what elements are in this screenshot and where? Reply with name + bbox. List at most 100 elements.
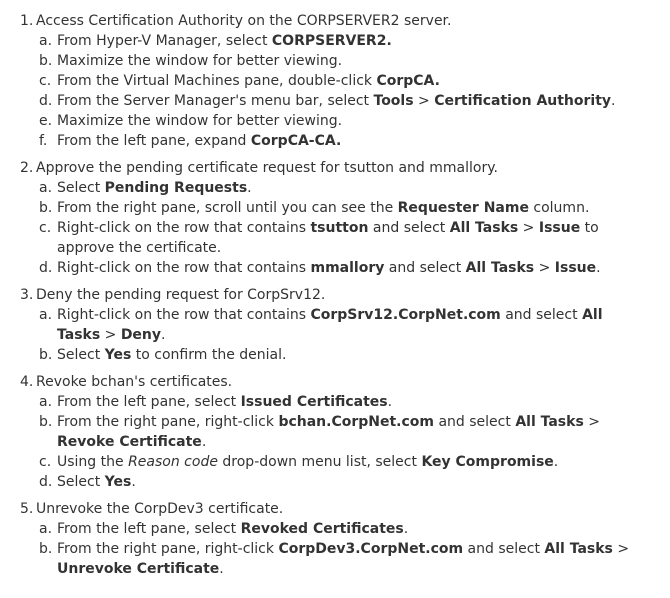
substep: a. From the left pane, select Revoked Cer… bbox=[20, 519, 670, 539]
emphasis-term: Tools bbox=[373, 93, 414, 109]
text-run: > bbox=[413, 93, 435, 109]
substep-list: a. From Hyper-V Manager, select CORPSERVE… bbox=[20, 31, 670, 151]
text-run: Select bbox=[57, 474, 105, 490]
substep: d. Select Yes. bbox=[20, 472, 670, 492]
emphasis-term: CorpCA. bbox=[376, 73, 440, 89]
substep: c. Using the Reason code drop-down menu l… bbox=[20, 452, 670, 472]
step-title: Revoke bchan's certificates. bbox=[36, 374, 233, 390]
substep: a. Right-click on the row that contains C… bbox=[20, 305, 670, 345]
text-run: From the left pane, select bbox=[57, 521, 241, 537]
text-run: . bbox=[219, 561, 224, 577]
substep-letter: d. bbox=[39, 260, 53, 276]
substep-letter: e. bbox=[39, 113, 53, 129]
emphasis-term: Yes bbox=[104, 347, 132, 363]
substep-letter: c. bbox=[39, 73, 52, 89]
substep-letter: a. bbox=[39, 307, 53, 323]
text-run: . bbox=[247, 180, 252, 196]
substep-text: Select Yes to confirm the denial. bbox=[57, 345, 636, 365]
emphasis-term: All Tasks bbox=[465, 260, 535, 276]
text-run: . bbox=[596, 260, 601, 276]
substep-list: a. Right-click on the row that contains C… bbox=[20, 305, 670, 365]
text-run: > bbox=[583, 414, 600, 430]
substep: d. From the Server Manager's menu bar, se… bbox=[20, 91, 670, 111]
text-run: and select bbox=[463, 541, 545, 557]
step-title: Unrevoke the CorpDev3 certificate. bbox=[36, 501, 284, 517]
text-run: and select bbox=[434, 414, 516, 430]
emphasis-term: All Tasks bbox=[449, 220, 519, 236]
text-run: > bbox=[612, 541, 630, 557]
emphasis-term: Requester Name bbox=[397, 200, 529, 216]
text-run: to confirm the denial. bbox=[131, 347, 287, 363]
substep: b. Select Yes to confirm the denial. bbox=[20, 345, 670, 365]
emphasis-term: Issue bbox=[554, 260, 597, 276]
text-run: . bbox=[403, 521, 409, 537]
emphasis-term: CorpCA-CA. bbox=[250, 133, 342, 149]
substep-letter: b. bbox=[39, 200, 53, 216]
substep-text: Right-click on the row that contains mma… bbox=[57, 258, 636, 278]
step-number: 3. bbox=[20, 287, 34, 303]
substep: c. Right-click on the row that contains t… bbox=[20, 218, 670, 258]
substep-letter: b. bbox=[39, 541, 53, 557]
substep-text: From the left pane, select Issued Certif… bbox=[57, 392, 636, 412]
substep: f. From the left pane, expand CorpCA-CA. bbox=[20, 131, 670, 151]
substep-text: Maximize the window for better viewing. bbox=[57, 111, 636, 131]
substep-letter: a. bbox=[39, 394, 53, 410]
substep-letter: f. bbox=[39, 133, 48, 149]
step: 2. Approve the pending certificate reque… bbox=[20, 158, 670, 278]
substep-list: a. Select Pending Requests. b. From the rig… bbox=[20, 178, 670, 278]
italic-term: Reason code bbox=[128, 454, 218, 470]
substep: a. From Hyper-V Manager, select CORPSERVE… bbox=[20, 31, 670, 51]
substep: a. From the left pane, select Issued Cert… bbox=[20, 392, 670, 412]
step-title: Approve the pending certificate request … bbox=[36, 160, 498, 176]
substep-letter: a. bbox=[39, 180, 53, 196]
substep: b. From the right pane, scroll until you … bbox=[20, 198, 670, 218]
step-heading: 3. Deny the pending request for CorpSrv1… bbox=[20, 285, 670, 305]
substep-letter: c. bbox=[39, 220, 52, 236]
emphasis-term: bchan.CorpNet.com bbox=[278, 414, 435, 430]
emphasis-term: All Tasks bbox=[544, 541, 613, 557]
substep-text: From the right pane, scroll until you ca… bbox=[57, 198, 636, 218]
substep-letter: b. bbox=[39, 347, 53, 363]
substep-text: Right-click on the row that contains tsu… bbox=[57, 218, 636, 258]
text-run: From the left pane, expand bbox=[57, 133, 251, 149]
text-run: and select bbox=[500, 307, 583, 323]
substep-text: From the right pane, right-click bchan.C… bbox=[57, 412, 636, 452]
substep-text: Using the Reason code drop-down menu lis… bbox=[57, 452, 636, 472]
emphasis-term: All Tasks bbox=[515, 414, 584, 430]
text-run: . bbox=[131, 474, 136, 490]
text-run: . bbox=[611, 93, 616, 109]
emphasis-term: tsutton bbox=[310, 220, 369, 236]
text-run: . bbox=[553, 454, 559, 470]
substep-letter: d. bbox=[39, 93, 53, 109]
text-run: From the right pane, scroll until you ca… bbox=[57, 200, 398, 216]
text-run: From the left pane, select bbox=[57, 394, 241, 410]
text-run: Maximize the window for better viewing. bbox=[57, 113, 343, 129]
substep-text: Select Pending Requests. bbox=[57, 178, 636, 198]
text-run: From the Virtual Machines pane, double-c… bbox=[57, 73, 377, 89]
substep: a. Select Pending Requests. bbox=[20, 178, 670, 198]
emphasis-term: Revoke Certificate bbox=[57, 434, 202, 450]
emphasis-term: Yes bbox=[104, 474, 132, 490]
step-title: Access Certification Authority on the CO… bbox=[36, 13, 452, 29]
step: 4. Revoke bchan's certificates. a. From t… bbox=[20, 372, 670, 492]
text-run: From the right pane, right-click bbox=[57, 541, 279, 557]
step-number: 2. bbox=[20, 160, 34, 176]
emphasis-term: Deny bbox=[120, 327, 162, 343]
substep: d. Right-click on the row that contains m… bbox=[20, 258, 670, 278]
substep-text: From the Virtual Machines pane, double-c… bbox=[57, 71, 636, 91]
substep: b. Maximize the window for better viewing… bbox=[20, 51, 670, 71]
text-run: . bbox=[161, 327, 166, 343]
text-run: and select bbox=[384, 260, 466, 276]
substep-letter: b. bbox=[39, 53, 53, 69]
emphasis-term: Issue bbox=[538, 220, 581, 236]
substep-letter: c. bbox=[39, 454, 52, 470]
text-run: Right-click on the row that contains bbox=[57, 307, 311, 323]
substep-text: Select Yes. bbox=[57, 472, 636, 492]
step-heading: 2. Approve the pending certificate reque… bbox=[20, 158, 670, 178]
step-heading: 1. Access Certification Authority on the… bbox=[20, 11, 670, 31]
step-number: 1. bbox=[20, 13, 34, 29]
substep-letter: b. bbox=[39, 414, 53, 430]
substep-letter: d. bbox=[39, 474, 53, 490]
substep-text: Right-click on the row that contains Cor… bbox=[57, 305, 636, 345]
emphasis-term: Pending Requests bbox=[104, 180, 248, 196]
